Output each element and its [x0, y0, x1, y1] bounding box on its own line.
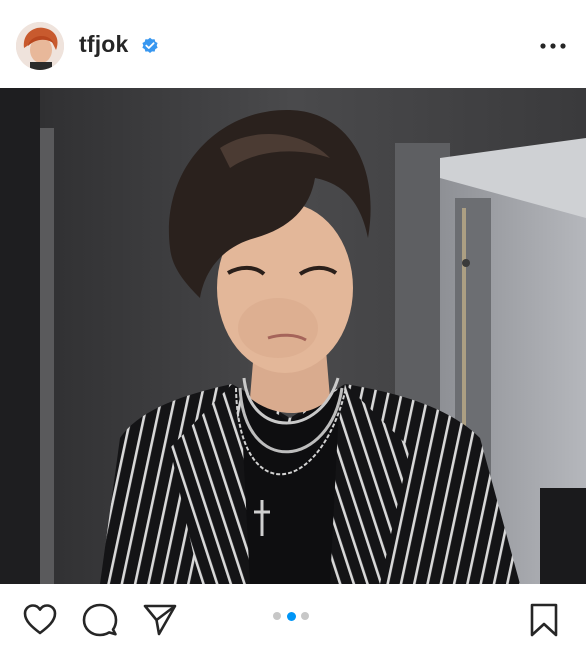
verified-badge-icon [142, 37, 158, 53]
bookmark-icon[interactable] [526, 602, 562, 638]
carousel-dot [287, 611, 296, 621]
post-header: tfjok [0, 0, 586, 88]
carousel-dot [273, 612, 281, 620]
post-photo-illustration [0, 88, 586, 584]
avatar-image [16, 22, 64, 70]
carousel-indicator [273, 611, 315, 622]
more-horizontal-icon[interactable] [537, 36, 569, 56]
username[interactable]: tfjok [79, 31, 129, 58]
avatar[interactable] [16, 22, 64, 70]
send-icon[interactable] [142, 602, 178, 638]
post-image[interactable] [0, 88, 586, 584]
comment-icon[interactable] [82, 602, 118, 638]
carousel-dot [301, 612, 309, 620]
heart-icon[interactable] [22, 602, 58, 638]
